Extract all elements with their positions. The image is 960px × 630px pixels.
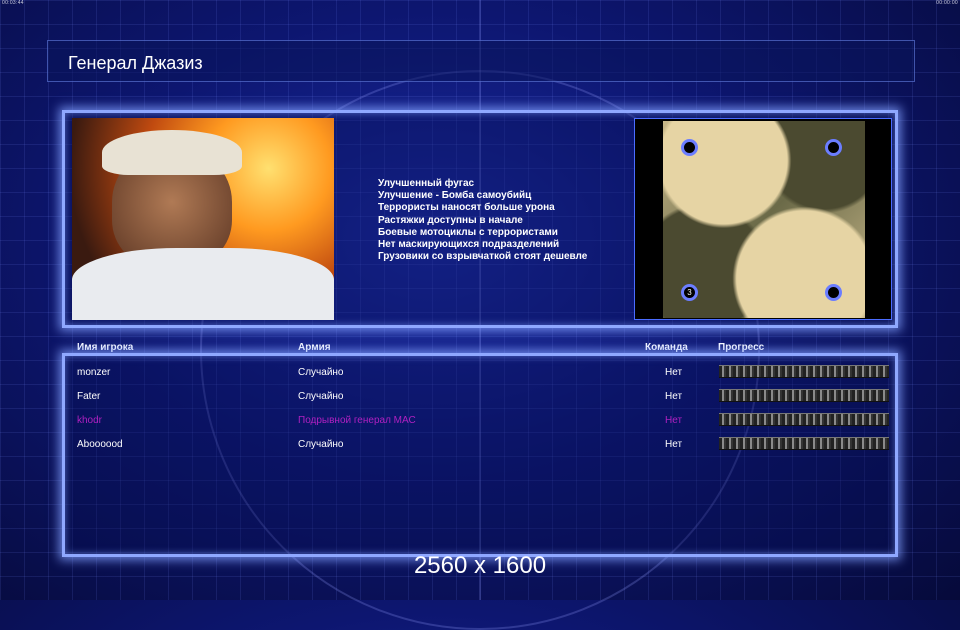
player-name: monzer bbox=[77, 367, 111, 378]
player-row: Aboooood Случайно Нет bbox=[0, 435, 960, 455]
player-army: Случайно bbox=[298, 367, 344, 378]
player-row: Fater Случайно Нет bbox=[0, 387, 960, 407]
player-army: Случайно bbox=[298, 391, 344, 402]
loading-progress-bar bbox=[719, 389, 889, 402]
title-bar: Генерал Джазиз bbox=[47, 40, 915, 82]
feature-item: Улучшение - Бомба самоубийц bbox=[378, 190, 532, 202]
feature-item: Нет маскирующихся подразделений bbox=[378, 239, 560, 251]
resolution-label: 2560 x 1600 bbox=[413, 552, 547, 579]
portrait-turban bbox=[102, 130, 242, 175]
loading-progress-bar bbox=[719, 413, 889, 426]
hud-timer-left: 00:03:44 bbox=[2, 0, 24, 6]
player-row: monzer Случайно Нет bbox=[0, 363, 960, 383]
general-portrait bbox=[72, 118, 334, 320]
player-army: Подрывной генерал МАС bbox=[298, 415, 416, 426]
page-title: Генерал Джазиз bbox=[68, 53, 203, 73]
player-team: Нет bbox=[665, 391, 683, 402]
players-panel bbox=[62, 353, 898, 557]
player-team: Нет bbox=[665, 439, 683, 450]
feature-item: Растяжки доступны в начале bbox=[378, 214, 523, 226]
minimap: 3 bbox=[634, 118, 892, 320]
loading-progress-bar bbox=[719, 365, 889, 378]
feature-item: Боевые мотоциклы с террористами bbox=[378, 226, 558, 238]
header-player: Имя игрока bbox=[77, 342, 134, 353]
player-team: Нет bbox=[665, 367, 683, 378]
feature-item: Грузовики со взрывчаткой стоят дешевле bbox=[378, 251, 588, 263]
start-position-marker bbox=[825, 284, 842, 301]
header-team: Команда bbox=[645, 342, 688, 353]
header-progress: Прогресс bbox=[718, 342, 765, 353]
player-team: Нет bbox=[665, 415, 683, 426]
start-position-marker: 3 bbox=[681, 284, 698, 301]
player-name: Fater bbox=[77, 391, 101, 402]
player-name: khodr bbox=[77, 415, 103, 426]
player-row: khodr Подрывной генерал МАС Нет bbox=[0, 411, 960, 431]
start-position-marker bbox=[825, 139, 842, 156]
general-features: Улучшенный фугас Улучшение - Бомба самоу… bbox=[378, 178, 587, 263]
feature-item: Террористы наносят больше урона bbox=[378, 202, 555, 214]
header-army: Армия bbox=[298, 342, 331, 353]
player-name: Aboooood bbox=[77, 439, 123, 450]
player-army: Случайно bbox=[298, 439, 344, 450]
portrait-cloth bbox=[72, 248, 334, 320]
start-position-marker bbox=[681, 139, 698, 156]
hud-timer-right: 00:00:00 bbox=[936, 0, 958, 6]
feature-item: Улучшенный фугас bbox=[378, 178, 475, 189]
loading-progress-bar bbox=[719, 437, 889, 450]
